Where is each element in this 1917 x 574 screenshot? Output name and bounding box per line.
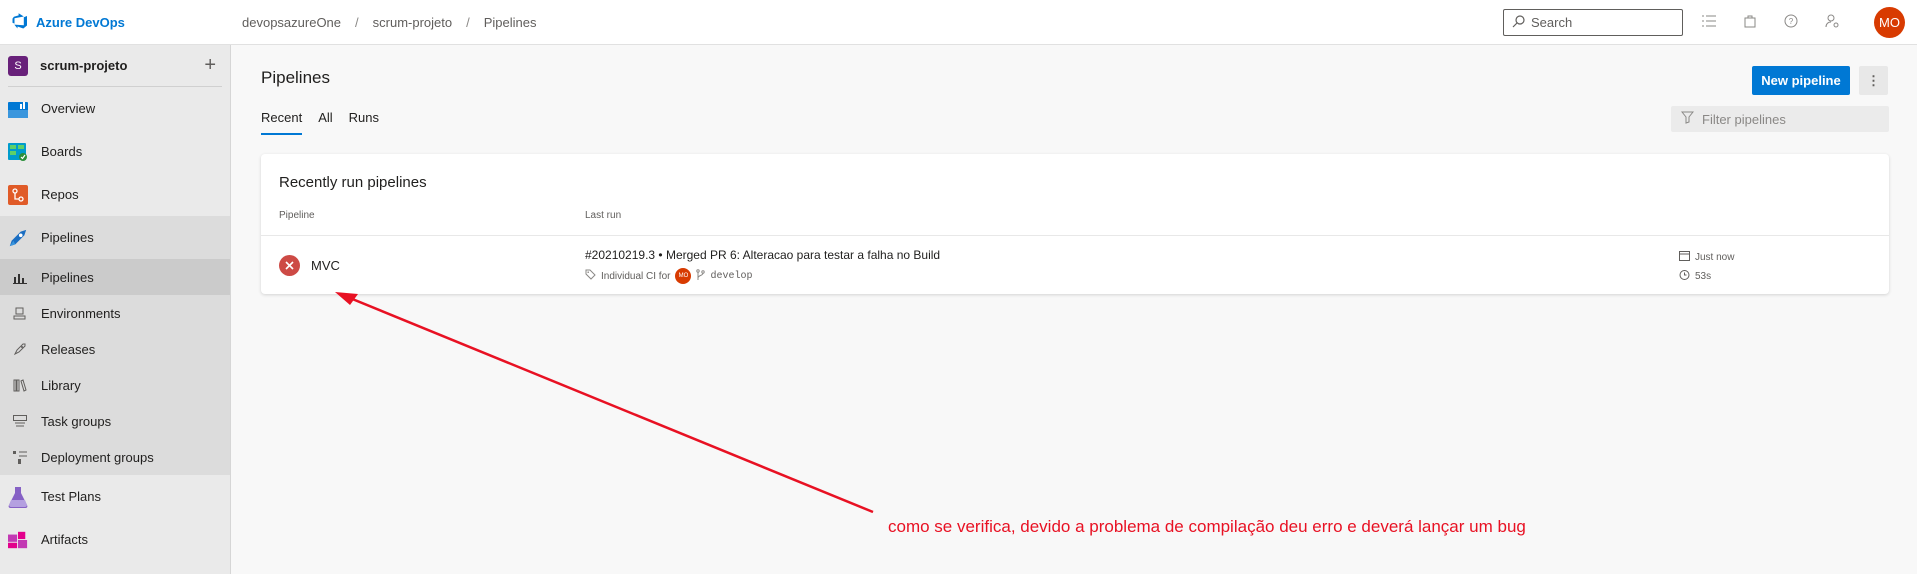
annotation-text: como se verifica, devido a problema de c…	[888, 517, 1526, 536]
annotation-arrow	[335, 292, 874, 514]
